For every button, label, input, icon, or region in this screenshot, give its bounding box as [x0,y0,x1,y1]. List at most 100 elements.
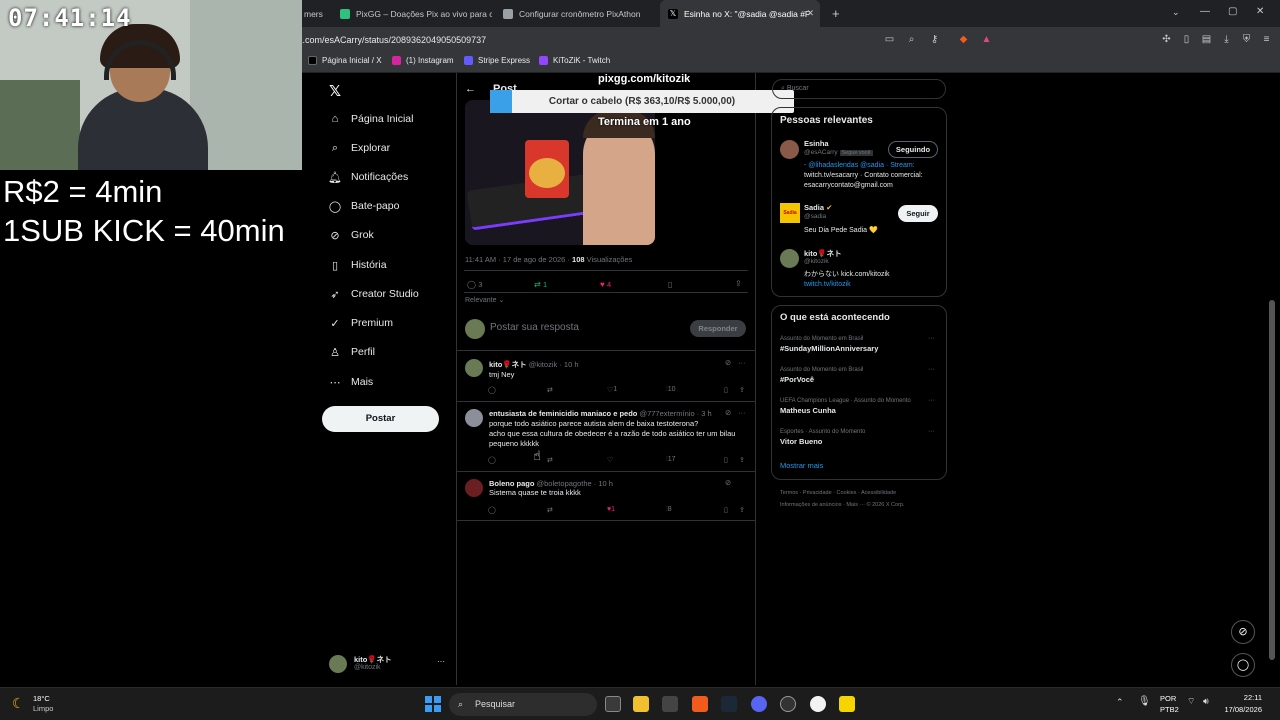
tab-pixathon[interactable]: Configurar cronômetro PixAthon [495,0,655,27]
task-view-icon[interactable] [605,696,621,712]
reply-item[interactable]: kito🌹ネト @kitozik · 10 h tmj Ney [489,359,739,379]
reply-icon[interactable]: ◯ [488,506,496,514]
following-button[interactable]: Seguindo [888,141,938,158]
like-icon[interactable]: ♡ [607,456,613,464]
more-icon[interactable]: ··· [738,358,746,367]
repost-icon[interactable]: ⇄ [547,506,553,514]
file-explorer-icon[interactable] [633,696,649,712]
url-field[interactable]: x.com/esACarry/status/208936204905050973… [298,31,878,49]
bookmark-icon[interactable]: ▯ [668,280,672,289]
nav-premium[interactable]: ✓ Premium [328,316,393,330]
share-icon[interactable]: ⇪ [739,456,745,464]
like-icon[interactable]: ♥ 1 [607,506,615,513]
key-icon[interactable]: ⚷ [928,33,941,46]
grok-icon[interactable]: ⊘ [725,478,731,487]
taskbar-search[interactable]: ⌕ Pesquisar [449,693,597,716]
downloads-icon[interactable]: ⤓ [1220,33,1233,46]
sidebar-icon[interactable]: ▯ [1180,33,1193,46]
notes-icon[interactable] [839,696,855,712]
share-icon[interactable]: ⇪ [739,506,745,514]
views-icon[interactable]: ⫶ 10 [666,386,676,394]
nav-explore[interactable]: ⌕ Explorar [328,141,390,155]
grok-icon[interactable]: ⊘ [725,358,731,367]
microphone-icon[interactable]: 🎙︎ [1138,696,1151,707]
messages-floating-icon[interactable]: ◯ [1231,653,1255,677]
steam-icon[interactable] [721,696,737,712]
reply-button[interactable]: Responder [690,320,746,337]
post-button[interactable]: Postar [322,406,439,432]
bookmark-instagram[interactable]: (1) Instagram [392,56,454,65]
chrome-icon[interactable] [810,696,826,712]
reply-icon[interactable]: ◯ [488,456,496,464]
nav-home[interactable]: ⌂ Página Inicial [328,112,414,126]
snipping-tool-icon[interactable] [662,696,678,712]
nav-more[interactable]: ⋯ Mais [328,375,374,389]
new-tab-button[interactable]: + [824,0,844,27]
wifi-icon[interactable]: ⌔ [1187,696,1195,707]
nav-history[interactable]: ▯ História [328,258,387,272]
x-logo-icon[interactable]: 𝕏 [329,82,341,100]
nav-chat[interactable]: ◯ Bate-papo [328,199,400,213]
search-input[interactable]: ⌕ Buscar [772,79,946,99]
tray-expand-icon[interactable]: ⌃ [1116,697,1124,708]
scrollbar[interactable] [1269,300,1275,660]
more-icon[interactable]: ··· [928,335,935,342]
repost-icon[interactable]: ⇄ [547,456,553,464]
back-arrow-icon[interactable]: ← [465,83,476,95]
sort-relevance[interactable]: Relevante ⌄ [465,296,504,304]
like-icon[interactable]: ♡ 1 [607,386,617,394]
close-window-icon[interactable]: ✕ [1256,6,1264,17]
reply-item[interactable]: entusiasta de feminicidio maniaco e pedo… [489,409,744,449]
trend-item[interactable]: Assunto do Momento em Brasil #PorVocê [780,367,863,384]
bookmark-twitch[interactable]: KiToZiK - Twitch [539,56,610,65]
bookmark-stripe[interactable]: Stripe Express [464,56,530,65]
menu-icon[interactable]: ≡ [1260,33,1273,46]
cast-icon[interactable]: ▭ [883,33,896,46]
like-stat[interactable]: ♥ 4 [600,280,611,289]
volume-icon[interactable]: 🔊︎ [1203,696,1209,707]
nav-grok[interactable]: ⊘ Grok [328,228,373,242]
nav-notifications[interactable]: 🔔︎ Notificações [328,170,408,184]
obs-icon[interactable] [780,696,796,712]
close-tab-icon[interactable]: ✕ [806,8,814,19]
reply-stat[interactable]: ◯ 3 [467,280,482,289]
nav-profile[interactable]: ♙ Perfil [328,345,375,359]
more-icon[interactable]: ··· [738,408,746,417]
grok-icon[interactable]: ⊘ [725,408,731,417]
views-icon[interactable]: ⫶ 17 [666,456,676,464]
footer-links[interactable]: Informações de anúncios · Mais ··· © 202… [780,502,905,508]
brave-browser-icon[interactable] [692,696,708,712]
show-more-link[interactable]: Mostrar mais [780,461,823,470]
wallet-icon[interactable]: ▤ [1200,33,1213,46]
footer-links[interactable]: Termos · Privacidade · Cookies · Acessib… [780,490,896,496]
brave-rewards-icon[interactable]: ▲ [980,33,993,46]
trend-item[interactable]: Assunto do Momento em Brasil #SundayMilli… [780,336,878,353]
views-icon[interactable]: ⫶ 8 [666,506,672,514]
zoom-icon[interactable]: ⌕ [905,33,918,46]
bookmark-x[interactable]: Página Inicial / X [308,56,382,65]
reply-input[interactable]: Postar sua resposta [490,322,579,333]
extensions-icon[interactable]: ✣ [1160,33,1173,46]
windows-start-icon[interactable] [425,696,441,712]
repost-stat[interactable]: ⇄ 1 [534,280,547,289]
reply-icon[interactable]: ◯ [488,386,496,394]
vpn-icon[interactable]: ⛨ [1240,33,1253,46]
nav-creator-studio[interactable]: ➶ Creator Studio [328,287,418,301]
tab-search-icon[interactable]: ⌄ [1172,7,1180,18]
trend-item[interactable]: Esportes · Assunto do Momento Vitor Bueno [780,429,865,446]
reply-item[interactable]: Boleno pago @boletopagothe · 10 h Sistem… [489,479,739,497]
share-icon[interactable]: ⇪ [739,386,745,394]
more-icon[interactable]: ··· [928,428,935,435]
grok-floating-icon[interactable]: ⊘ [1231,620,1255,644]
account-switcher[interactable]: kito🌹ネト @kitozik ··· [329,653,449,677]
follow-button[interactable]: Seguir [898,205,938,222]
bookmark-icon[interactable]: ▯ [724,456,728,464]
more-icon[interactable]: ··· [928,397,935,404]
bookmark-icon[interactable]: ▯ [724,386,728,394]
minimize-icon[interactable]: — [1200,6,1210,17]
bookmark-icon[interactable]: ▯ [724,506,728,514]
maximize-icon[interactable]: ▢ [1228,6,1237,17]
brave-shield-icon[interactable]: ◆ [957,33,970,46]
discord-icon[interactable] [751,696,767,712]
tab-pixgg[interactable]: PixGG – Doações Pix ao vivo para c [332,0,492,27]
